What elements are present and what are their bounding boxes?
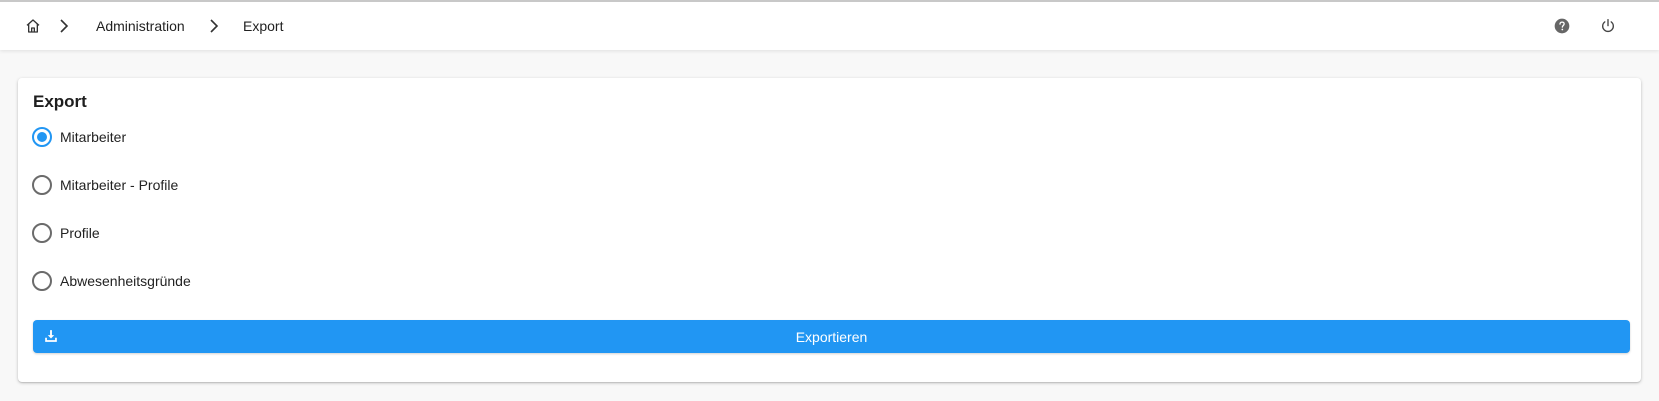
power-icon[interactable] [1597, 15, 1619, 37]
radio-button[interactable] [32, 271, 52, 291]
chevron-right-icon [55, 16, 73, 36]
radio-label: Abwesenheitsgründe [60, 273, 191, 289]
download-icon [43, 328, 59, 344]
export-button[interactable]: Exportieren [33, 320, 1630, 353]
radio-option-profile[interactable]: Profile [32, 220, 100, 246]
breadcrumb-item-export: Export [243, 18, 284, 34]
top-bar: Administration Export [0, 0, 1659, 50]
export-button-label: Exportieren [795, 328, 868, 345]
chevron-right-icon [205, 16, 223, 36]
radio-button[interactable] [32, 175, 52, 195]
home-icon[interactable] [22, 15, 44, 37]
radio-button-checked[interactable] [32, 127, 52, 147]
radio-option-mitarbeiter[interactable]: Mitarbeiter [32, 124, 126, 150]
help-circle-icon[interactable] [1551, 15, 1573, 37]
radio-label: Profile [60, 225, 100, 241]
card-title: Export [33, 92, 87, 111]
radio-label: Mitarbeiter [60, 129, 127, 145]
breadcrumb-item-administration[interactable]: Administration [96, 2, 185, 50]
export-card: Export Mitarbeiter Mitarbeiter - Profile… [18, 78, 1641, 382]
radio-label: Mitarbeiter - Profile [60, 177, 179, 193]
radio-button[interactable] [32, 223, 52, 243]
radio-option-mitarbeiter-profile[interactable]: Mitarbeiter - Profile [32, 172, 178, 198]
radio-option-abwesenheitsgruende[interactable]: Abwesenheitsgründe [32, 268, 191, 294]
